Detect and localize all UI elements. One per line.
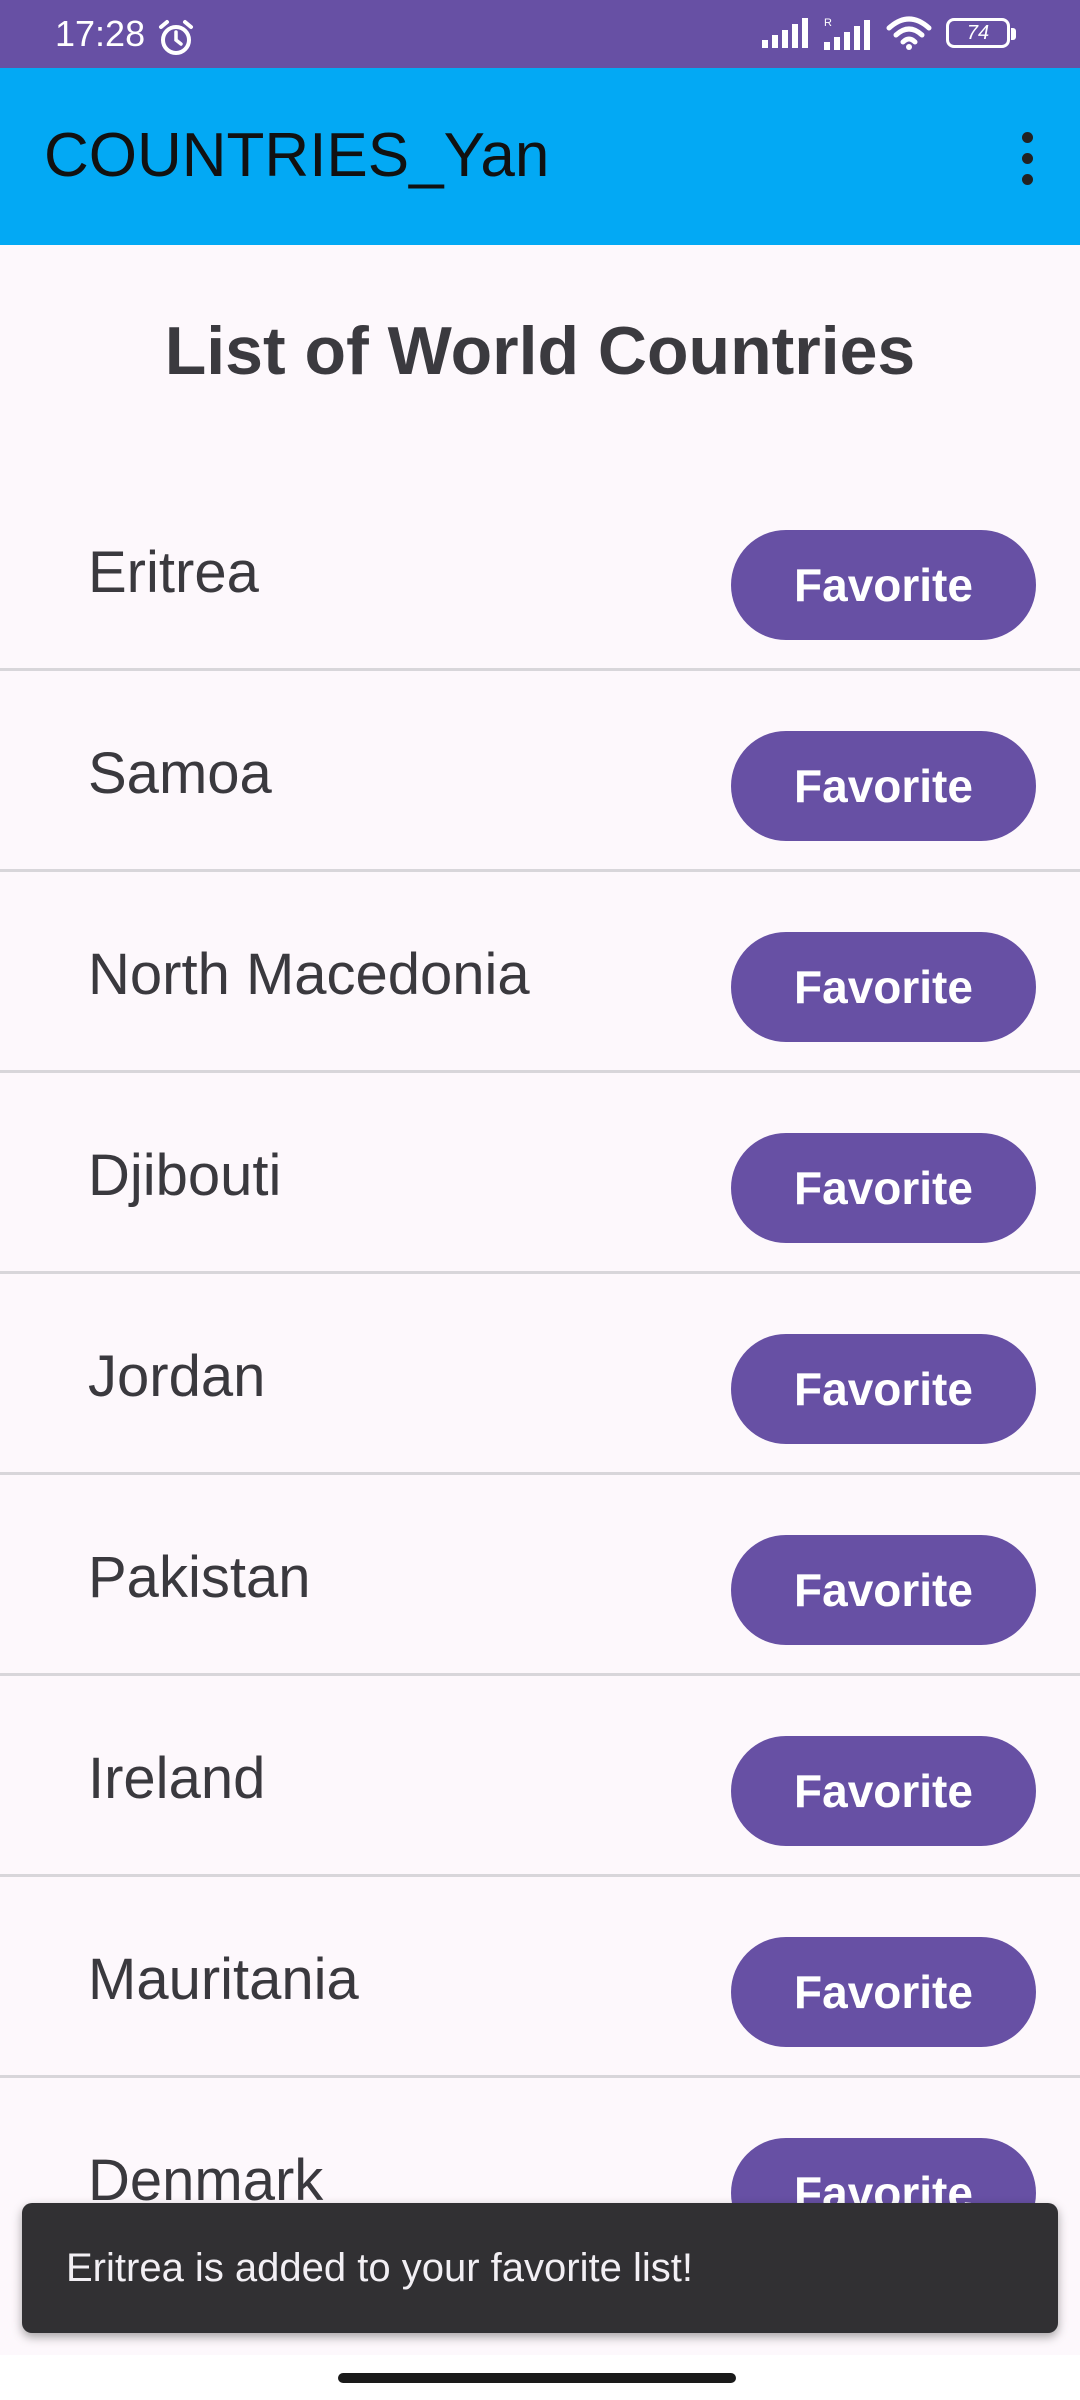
snackbar-message: Eritrea is added to your favorite list! xyxy=(66,2246,693,2290)
menu-dot xyxy=(1021,152,1033,164)
battery-icon: 74 xyxy=(946,18,1016,48)
more-vert-icon[interactable] xyxy=(992,118,1062,198)
country-name: Djibouti xyxy=(88,1143,282,1208)
status-bar: 17:28 R 74 xyxy=(0,0,1080,68)
country-name: Eritrea xyxy=(88,540,259,605)
roaming-signal-icon: R xyxy=(824,17,870,50)
favorite-button[interactable]: Favorite xyxy=(731,1937,1036,2047)
list-item-djibouti: Djibouti Favorite xyxy=(0,1073,1080,1274)
country-list[interactable]: Eritrea Favorite Samoa Favorite North Ma… xyxy=(0,470,1080,2205)
list-item-ireland: Ireland Favorite xyxy=(0,1676,1080,1877)
navigation-bar xyxy=(0,2355,1080,2400)
signal-icon xyxy=(762,18,808,48)
country-name: Denmark xyxy=(88,2148,324,2205)
favorite-button[interactable]: Favorite xyxy=(731,530,1036,640)
country-name: Pakistan xyxy=(88,1545,311,1610)
list-item-jordan: Jordan Favorite xyxy=(0,1274,1080,1475)
favorite-button[interactable]: Favorite xyxy=(731,1535,1036,1645)
app-bar: COUNTRIES_Yan xyxy=(0,68,1080,245)
country-name: Jordan xyxy=(88,1344,266,1409)
status-icons: R 74 xyxy=(762,16,1016,50)
home-indicator[interactable] xyxy=(338,2373,736,2383)
favorite-button[interactable]: Favorite xyxy=(731,932,1036,1042)
country-name: Ireland xyxy=(88,1746,266,1811)
list-item-north-macedonia: North Macedonia Favorite xyxy=(0,872,1080,1073)
list-item-pakistan: Pakistan Favorite xyxy=(0,1475,1080,1676)
favorite-button[interactable]: Favorite xyxy=(731,1334,1036,1444)
battery-level: 74 xyxy=(966,22,990,44)
favorite-button[interactable]: Favorite xyxy=(731,1133,1036,1243)
list-item-eritrea: Eritrea Favorite xyxy=(0,470,1080,671)
country-name: North Macedonia xyxy=(88,942,530,1007)
favorite-button[interactable]: Favorite xyxy=(731,1736,1036,1846)
wifi-icon xyxy=(886,16,932,50)
list-item-samoa: Samoa Favorite xyxy=(0,671,1080,872)
list-item-denmark: Denmark Favorite xyxy=(0,2078,1080,2205)
alarm-icon xyxy=(159,20,193,55)
app-title: COUNTRIES_Yan xyxy=(44,121,550,190)
menu-dot xyxy=(1021,131,1033,143)
favorite-button[interactable]: Favorite xyxy=(731,2138,1036,2205)
country-name: Mauritania xyxy=(88,1947,359,2012)
country-name: Samoa xyxy=(88,741,272,806)
snackbar: Eritrea is added to your favorite list! xyxy=(22,2203,1058,2333)
status-time: 17:28 xyxy=(55,13,146,54)
svg-text:R: R xyxy=(824,17,832,29)
list-item-mauritania: Mauritania Favorite xyxy=(0,1877,1080,2078)
favorite-button[interactable]: Favorite xyxy=(731,731,1036,841)
page-title: List of World Countries xyxy=(164,313,916,389)
menu-dot xyxy=(1021,173,1033,185)
